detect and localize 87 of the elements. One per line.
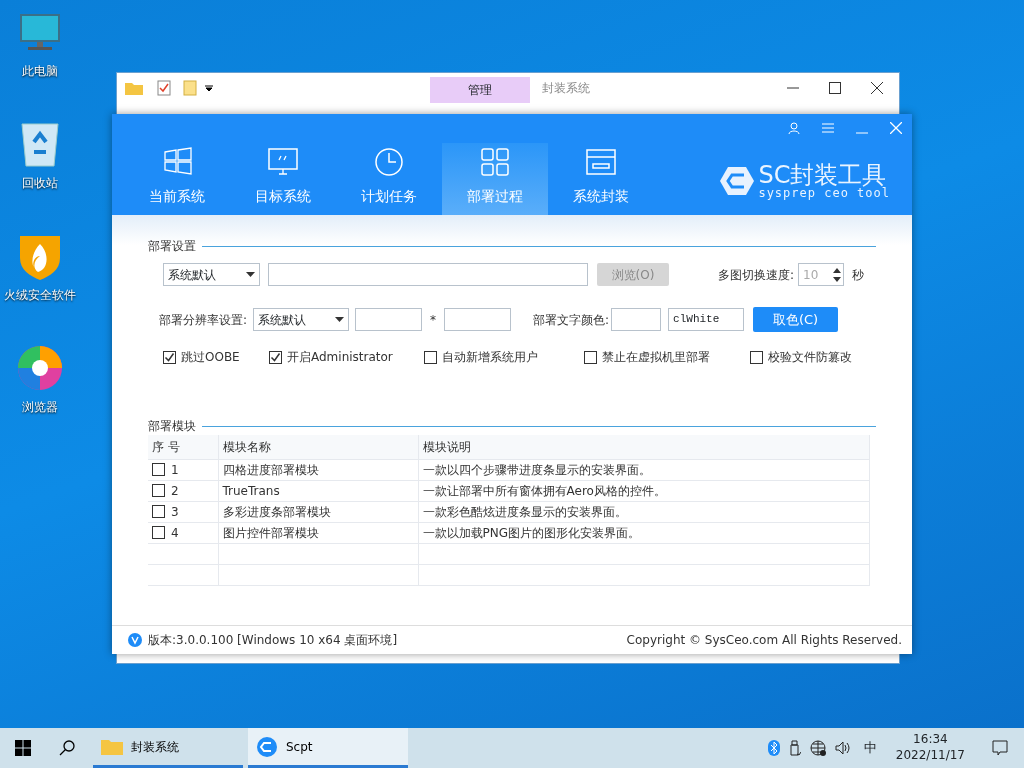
grid-icon xyxy=(479,146,511,178)
user-icon[interactable] xyxy=(788,122,800,134)
color-label: 部署文字颜色: xyxy=(533,311,610,329)
close-icon[interactable] xyxy=(871,82,883,94)
checkbox[interactable] xyxy=(269,350,282,364)
nav-tab[interactable]: 当前系统 xyxy=(124,143,230,215)
desktop-icon-label[interactable]: 此电脑 xyxy=(22,62,58,80)
start-icon[interactable] xyxy=(15,740,31,756)
logo-subtitle: sysprep ceo tool xyxy=(758,187,890,199)
dropdown-icon[interactable] xyxy=(205,84,213,92)
times-sign: * xyxy=(430,311,437,329)
checkbox[interactable] xyxy=(163,350,176,364)
windows-logo-icon xyxy=(161,146,193,178)
width-field[interactable] xyxy=(355,308,423,331)
clock-date[interactable]: 2022/11/17 xyxy=(895,748,965,764)
copyright-text: Copyright © SysCeo.com All Rights Reserved. xyxy=(626,632,902,649)
checkbox[interactable] xyxy=(152,463,165,476)
column-header: 模块名称 xyxy=(218,435,418,459)
table-cell: 一款彩色酷炫进度条显示的安装界面。 xyxy=(418,501,870,522)
table-cell: 一款让部署中所有窗体拥有Aero风格的控件。 xyxy=(418,480,870,501)
app-logo-icon xyxy=(256,736,278,757)
table-cell: 图片控件部署模块 xyxy=(218,522,418,543)
checkbox[interactable] xyxy=(152,484,165,497)
table-cell: 一款以四个步骤带进度条显示的安装界面。 xyxy=(418,459,870,480)
section-heading: 部署设置 xyxy=(148,238,196,255)
checkbox[interactable] xyxy=(584,350,597,364)
nav-tab[interactable]: 计划任务 xyxy=(336,143,442,215)
bluetooth-icon[interactable] xyxy=(767,740,780,756)
pick-color-button[interactable]: 取色(C) xyxy=(753,307,839,332)
path-field[interactable] xyxy=(268,263,588,286)
version-icon xyxy=(128,633,142,647)
version-text: 版本:3.0.0.100 [Windows 10 x64 桌面环境] xyxy=(148,632,398,649)
row-number: 3 xyxy=(171,503,179,521)
volume-icon[interactable] xyxy=(834,740,851,756)
option-label: 开启Administrator xyxy=(287,349,393,366)
nav-tab[interactable]: 系统封装 xyxy=(548,143,654,215)
logo-icon xyxy=(720,166,755,196)
table-cell: 多彩进度条部署模块 xyxy=(218,501,418,522)
option-label: 禁止在虚拟机里部署 xyxy=(602,349,710,366)
caret-icon xyxy=(335,317,345,322)
nav-tab[interactable]: 部署过程 xyxy=(442,143,548,215)
maximize-icon[interactable] xyxy=(829,82,841,94)
storage-box-icon xyxy=(585,146,617,178)
row-number: 4 xyxy=(171,524,179,542)
option-label: 校验文件防篡改 xyxy=(768,349,852,366)
mode-select[interactable]: 系统默认 xyxy=(163,263,260,286)
table-cell: 一款以加载PNG图片的图形化安装界面。 xyxy=(418,522,870,543)
resolution-label: 部署分辨率设置: xyxy=(159,311,248,329)
logo-title: SC封装工具 xyxy=(758,163,887,187)
desktop-icon-label[interactable]: 浏览器 xyxy=(22,398,58,416)
monitor-icon xyxy=(267,146,299,178)
column-header: 模块说明 xyxy=(418,435,870,459)
ribbon-tab[interactable]: 管理 xyxy=(430,77,530,103)
checkbox[interactable] xyxy=(750,350,763,364)
search-icon[interactable] xyxy=(59,740,75,756)
resolution-select[interactable]: 系统默认 xyxy=(253,308,350,331)
checklist-icon[interactable] xyxy=(157,80,171,96)
table-cell: TrueTrans xyxy=(218,480,418,501)
height-field[interactable] xyxy=(444,308,512,331)
taskbar-button[interactable]: Scpt xyxy=(248,728,408,768)
checkbox[interactable] xyxy=(152,505,165,518)
color-swatch[interactable] xyxy=(611,308,662,331)
section-heading: 部署模块 xyxy=(148,418,196,435)
row-number: 2 xyxy=(171,482,179,500)
input-method-indicator[interactable]: 中 xyxy=(863,738,877,758)
clock-time[interactable]: 16:34 xyxy=(913,732,948,748)
globe-icon[interactable] xyxy=(809,740,826,756)
nav-tab[interactable]: 目标系统 xyxy=(230,143,336,215)
option-label: 跳过OOBE xyxy=(181,349,240,366)
desktop-icon-label[interactable]: 火绒安全软件 xyxy=(4,286,76,304)
speed-label: 多图切换速度: xyxy=(717,266,794,284)
desktop-icon-label[interactable]: 回收站 xyxy=(22,174,58,192)
caret-icon xyxy=(246,272,255,277)
usb-drive-icon[interactable] xyxy=(788,740,801,756)
speed-unit: 秒 xyxy=(852,266,864,284)
column-header: 序 号 xyxy=(148,435,218,459)
clock-icon xyxy=(373,146,405,178)
table-cell: 四格进度部署模块 xyxy=(218,459,418,480)
taskbar-button[interactable]: 封装系统 xyxy=(93,728,243,768)
row-number: 1 xyxy=(171,461,179,479)
notification-icon[interactable] xyxy=(992,740,1008,756)
spinner-arrows-icon xyxy=(833,266,841,283)
checkbox[interactable] xyxy=(424,350,437,364)
color-value-field[interactable]: clWhite xyxy=(668,308,745,331)
window-title: 封装系统 xyxy=(542,80,590,97)
option-label: 自动新增系统用户 xyxy=(442,349,538,366)
checkbox[interactable] xyxy=(152,526,165,539)
